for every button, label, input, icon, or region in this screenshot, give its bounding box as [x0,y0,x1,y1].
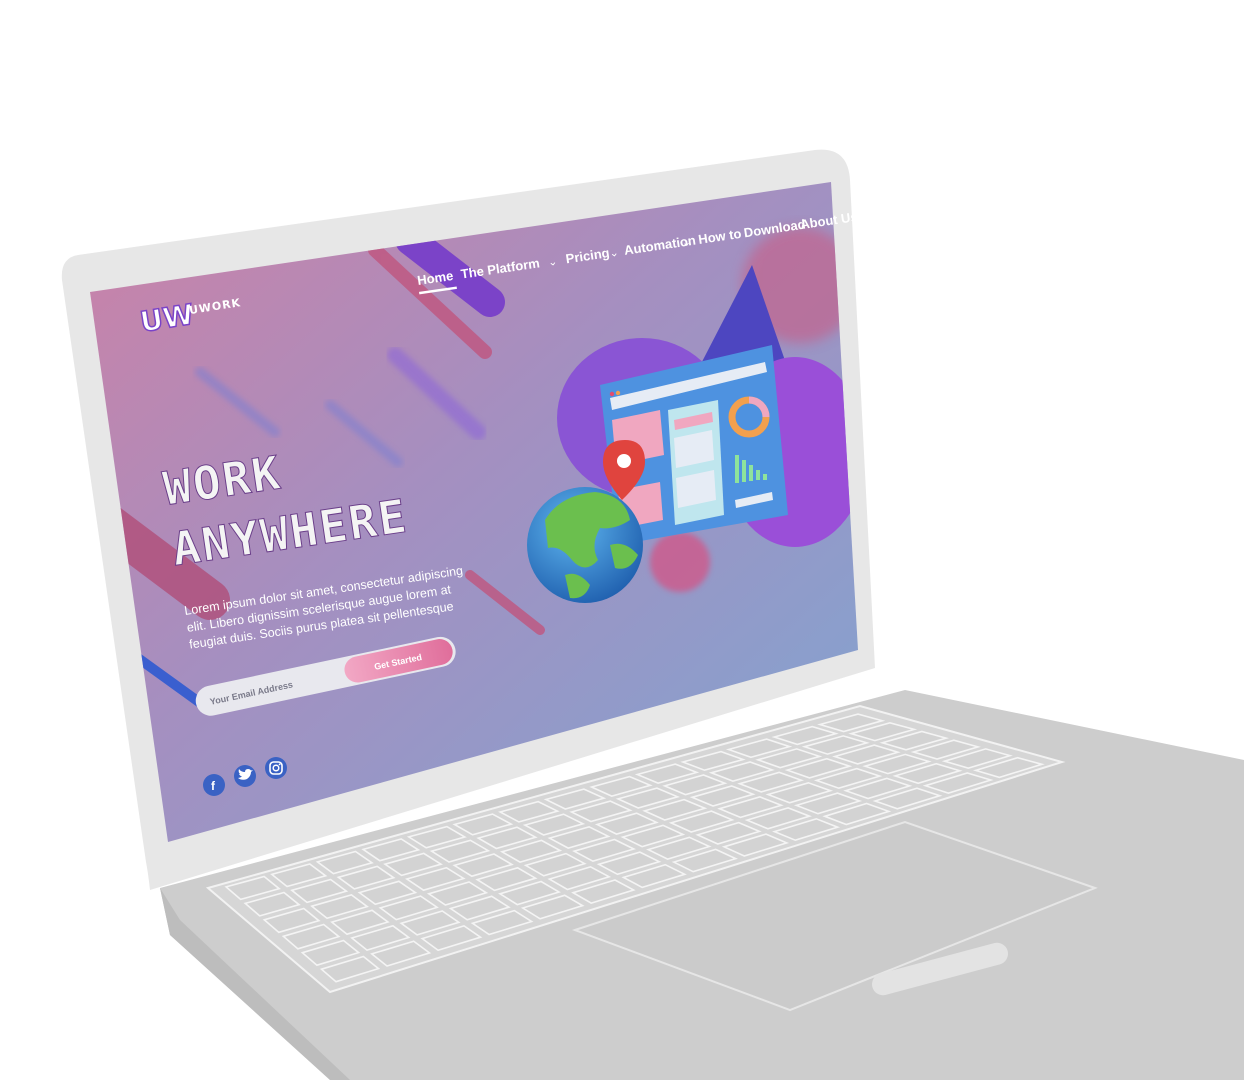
laptop-mockup [61,149,1244,1080]
globe-icon [527,487,643,603]
